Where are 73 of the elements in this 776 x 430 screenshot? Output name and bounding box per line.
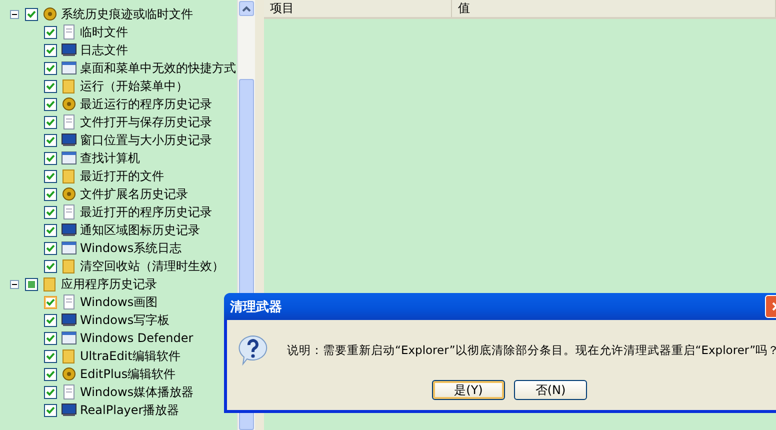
monitor-icon [61, 42, 77, 58]
tree-item[interactable]: 文件扩展名历史记录 [80, 186, 188, 202]
checkbox[interactable] [44, 350, 57, 362]
folder-icon [61, 258, 77, 274]
tree-item[interactable]: Windows写字板 [80, 312, 170, 328]
checkbox[interactable] [44, 296, 57, 308]
doc-icon [61, 384, 77, 400]
doc-icon [61, 114, 77, 130]
tree-item[interactable]: 临时文件 [80, 24, 128, 40]
checkbox[interactable] [44, 98, 57, 110]
checkbox[interactable] [44, 314, 57, 326]
checkbox[interactable] [44, 368, 57, 380]
window-icon [61, 60, 77, 76]
folder-icon [61, 348, 77, 364]
checkbox[interactable] [44, 170, 57, 182]
tree-item[interactable]: UltraEdit编辑软件 [80, 348, 180, 364]
checkbox[interactable] [44, 206, 57, 218]
checkbox[interactable] [44, 224, 57, 236]
checkbox[interactable] [44, 116, 57, 128]
tree-item[interactable]: 应用程序历史记录 [61, 276, 157, 292]
tree-item[interactable]: Windows媒体播放器 [80, 384, 194, 400]
tree-item[interactable]: 最近打开的程序历史记录 [80, 204, 212, 220]
question-icon [237, 334, 269, 366]
folder-icon [61, 168, 77, 184]
monitor-icon [61, 402, 77, 418]
checkbox[interactable] [44, 404, 57, 416]
column-header[interactable]: 值 [452, 0, 776, 17]
tree-item[interactable]: 查找计算机 [80, 150, 140, 166]
tree-item[interactable]: 最近打开的文件 [80, 168, 164, 184]
checkbox[interactable] [44, 260, 57, 272]
window-icon [61, 150, 77, 166]
checkbox[interactable] [25, 278, 38, 290]
tree-item[interactable]: 文件打开与保存历史记录 [80, 114, 212, 130]
checkbox[interactable] [44, 44, 57, 56]
checkbox[interactable] [44, 242, 57, 254]
dialog-button[interactable]: 否(N) [514, 380, 587, 400]
dialog-button[interactable]: 是(Y) [432, 380, 505, 400]
tree-item[interactable]: RealPlayer播放器 [80, 402, 180, 418]
tree-item[interactable]: 系统历史痕迹或临时文件 [61, 6, 193, 22]
column-header[interactable]: 项目 [264, 0, 452, 17]
dialog-title: 清理武器 [230, 298, 282, 316]
collapse-toggle[interactable] [10, 10, 19, 18]
window-icon [61, 330, 77, 346]
tree-item[interactable]: Windows系统日志 [80, 240, 182, 256]
folder-icon [61, 78, 77, 94]
monitor-icon [61, 312, 77, 328]
tree-item[interactable]: 最近运行的程序历史记录 [80, 96, 212, 112]
checkbox[interactable] [44, 62, 57, 74]
doc-icon [61, 294, 77, 310]
window-icon [61, 240, 77, 256]
folder-icon [42, 276, 58, 292]
checkbox[interactable] [44, 332, 57, 344]
tree-item[interactable]: Windows画图 [80, 294, 158, 310]
checkbox[interactable] [44, 386, 57, 398]
checkbox[interactable] [44, 26, 57, 38]
tree-item[interactable]: 窗口位置与大小历史记录 [80, 132, 212, 148]
tree-item[interactable]: 日志文件 [80, 42, 128, 58]
checkbox[interactable] [44, 152, 57, 164]
doc-icon [61, 204, 77, 220]
tree-item[interactable]: 通知区域图标历史记录 [80, 222, 200, 238]
checkbox[interactable] [25, 8, 38, 20]
checkbox[interactable] [44, 188, 57, 200]
monitor-icon [61, 132, 77, 148]
tree-item[interactable]: 桌面和菜单中无效的快捷方式 [80, 60, 236, 76]
doc-icon [61, 24, 77, 40]
tree-item[interactable]: EditPlus编辑软件 [80, 366, 176, 382]
collapse-toggle[interactable] [10, 280, 19, 288]
tree-item[interactable]: Windows Defender [80, 331, 194, 345]
checkbox[interactable] [44, 80, 57, 92]
tree-item[interactable]: 清空回收站（清理时生效） [80, 258, 224, 274]
monitor-icon [61, 222, 77, 238]
tree-item[interactable]: 运行（开始菜单中） [80, 78, 188, 94]
checkbox[interactable] [44, 134, 57, 146]
